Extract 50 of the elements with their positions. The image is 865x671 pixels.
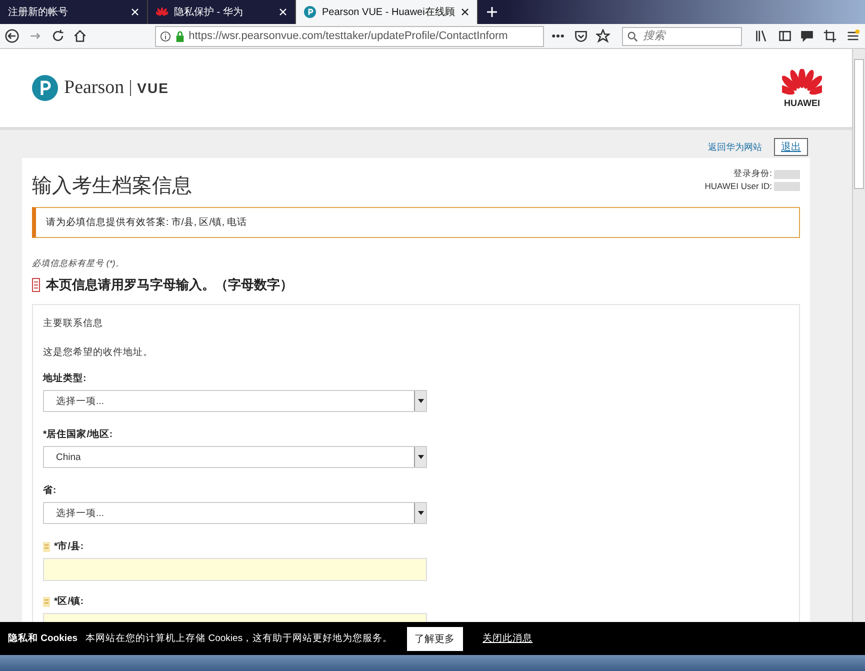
field-label: *市/县: — [54, 540, 84, 553]
field-label: *区/镇: — [54, 595, 84, 608]
search-field[interactable]: 搜索 — [622, 26, 742, 46]
field-label: *居住国家/地区: — [43, 428, 112, 441]
page-title: 输入考生档案信息 — [32, 174, 192, 199]
new-tab-icon[interactable] — [486, 6, 498, 18]
user-id-label: HUAWEI User ID: — [704, 181, 772, 191]
lock-icon — [174, 30, 185, 42]
section-title: 主要联系信息 — [43, 317, 104, 330]
required-note: 必填信息标有星号 (*)。 — [32, 258, 126, 270]
redacted-value — [774, 170, 800, 178]
login-label: 登录身份: — [732, 168, 772, 180]
select-field[interactable]: 选择一项... — [43, 390, 427, 412]
section-description: 这是您希望的收件地址。 — [43, 346, 154, 359]
flower-icon — [156, 7, 168, 17]
crop-icon[interactable] — [822, 27, 838, 45]
cookie-title: 隐私和 Cookies — [8, 632, 78, 645]
select-field[interactable]: 选择一项... — [43, 502, 427, 524]
cookie-text: 本网站在您的计算机上存储 Cookies，这有助于网站更好地为您服务。 — [86, 632, 393, 645]
field-label: 省: — [43, 484, 56, 497]
caret-icon — [418, 511, 424, 515]
url-text: https://wsr.pearsonvue.com/testtaker/updateProfile/ContactInform — [188, 30, 508, 42]
caret-icon — [418, 399, 424, 403]
logo-icon — [32, 75, 58, 101]
roman-input-note: 本页信息请用罗马字母输入。（字母数字） — [46, 276, 293, 294]
redacted-value — [774, 182, 800, 190]
address-bar[interactable]: https://wsr.pearsonvue.com/testtaker/updateProfile/ContactInform — [154, 26, 544, 46]
input-field[interactable] — [43, 558, 427, 581]
hint-icon — [43, 596, 50, 606]
back-link[interactable]: 返回华为网站 — [708, 140, 762, 154]
brand-name: Pearson — [64, 77, 124, 99]
caret-icon — [418, 455, 424, 459]
scrollbar-thumb[interactable] — [854, 59, 864, 189]
product-name: VUE — [130, 80, 169, 96]
close-icon[interactable] — [460, 8, 469, 16]
select-field[interactable]: China — [43, 446, 427, 468]
partner-name: HUAWEI — [784, 98, 820, 108]
close-message-link[interactable]: 关闭此消息 — [482, 632, 533, 645]
hint-icon — [43, 542, 50, 552]
back-icon[interactable] — [4, 27, 21, 45]
field-label: 地址类型: — [43, 372, 86, 385]
star-icon[interactable] — [595, 27, 612, 45]
logo-icon — [304, 6, 316, 18]
info-icon[interactable] — [160, 30, 171, 42]
note-icon — [32, 278, 40, 292]
browser-tab[interactable]: Pearson VUE - Huawei在线顾 — [296, 0, 478, 24]
learn-more-button[interactable]: 了解更多 — [406, 626, 463, 650]
logout-button[interactable]: 退出 — [774, 138, 808, 156]
alert-message: 请为必填信息提供有效答案: 市/县, 区/镇, 电话 — [32, 207, 800, 238]
flower-logo-icon — [782, 68, 822, 96]
